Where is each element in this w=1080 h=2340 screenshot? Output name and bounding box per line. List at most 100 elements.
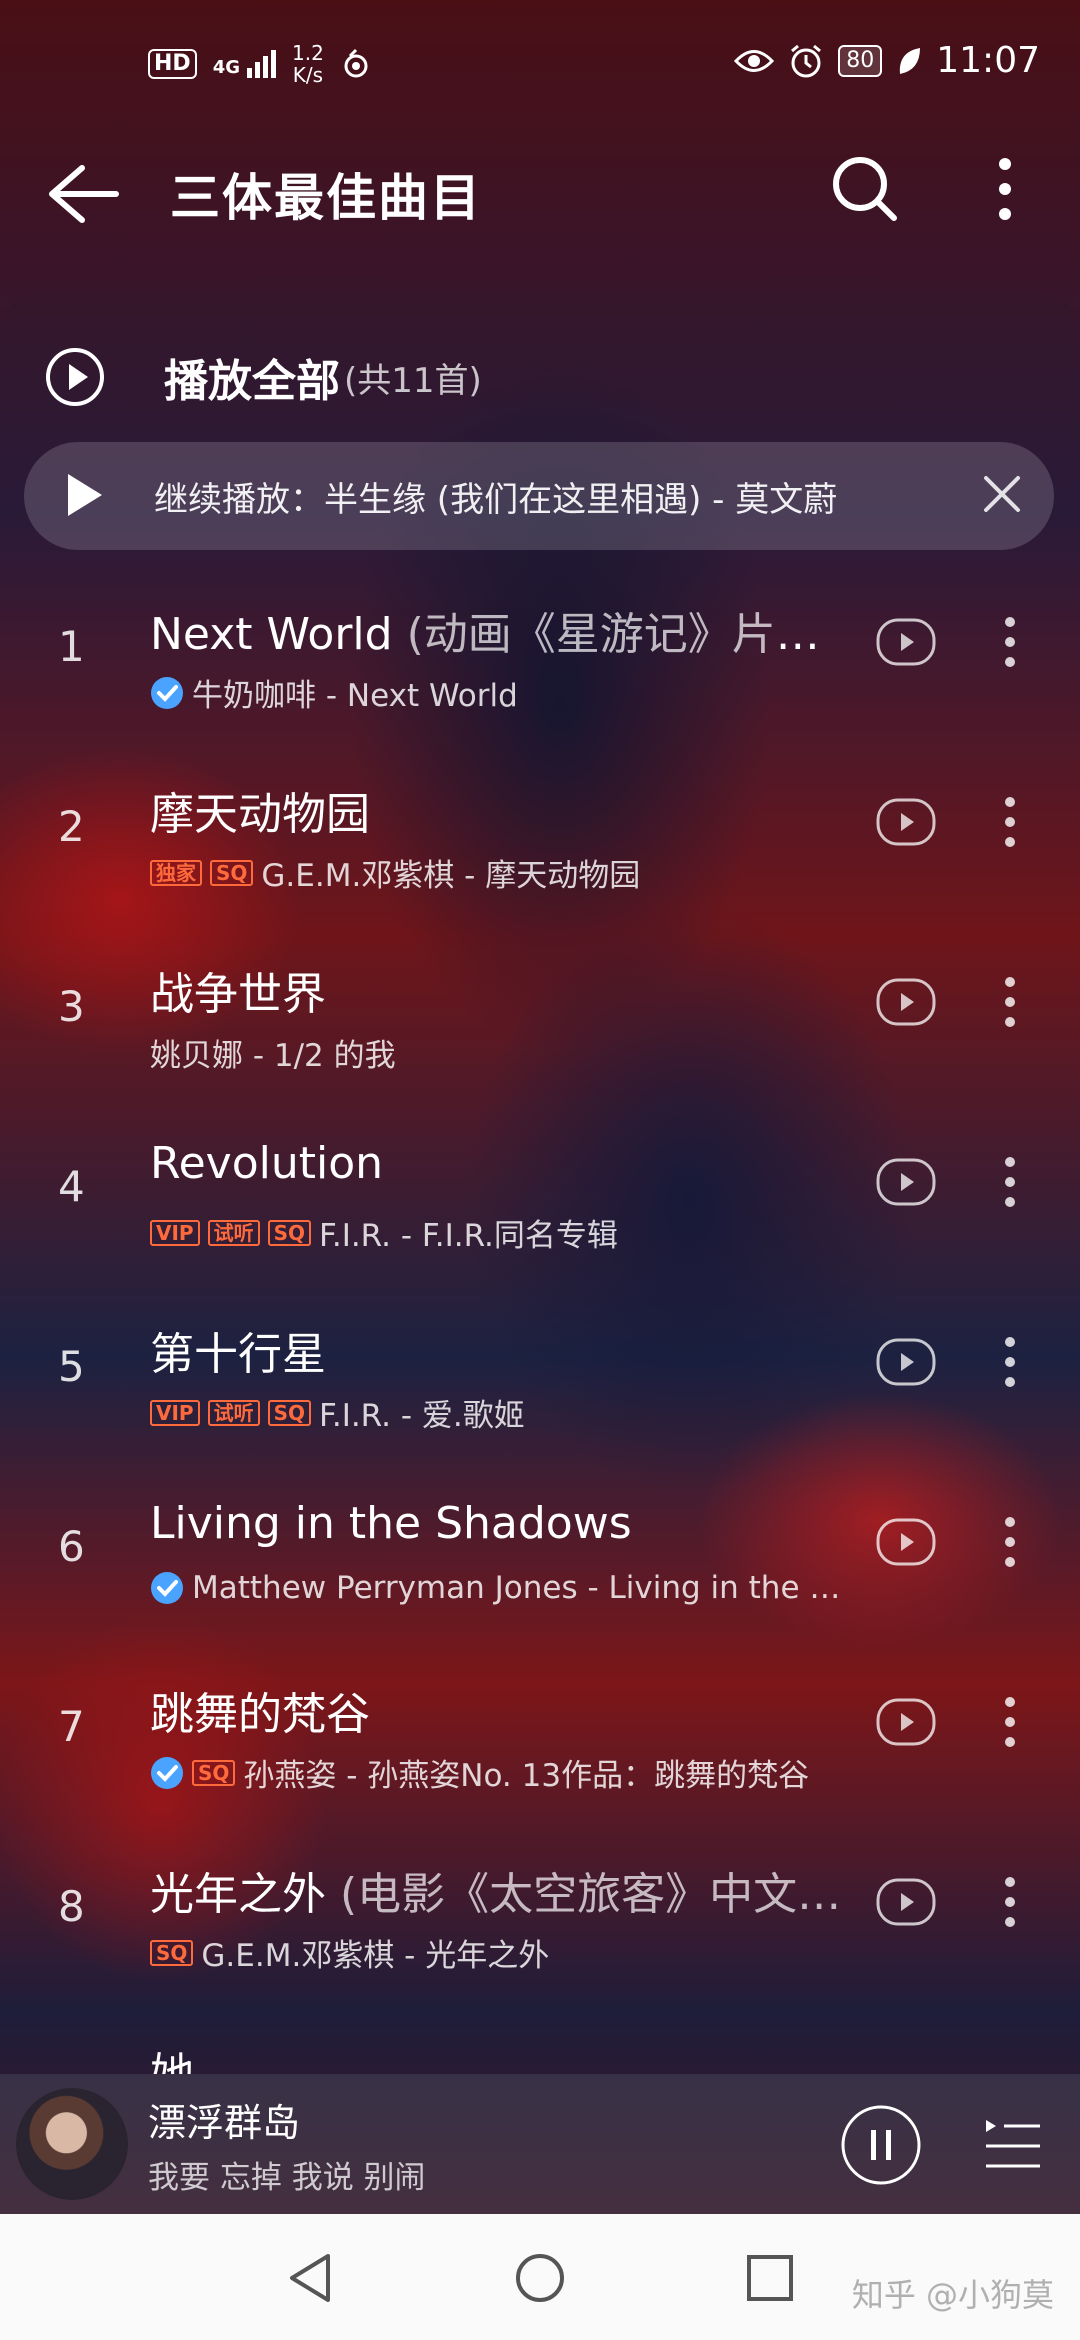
hd-badge: HD <box>148 49 197 79</box>
nav-home-icon[interactable] <box>514 2252 566 2304</box>
resume-playback-bar[interactable]: 继续播放：半生缘 (我们在这里相遇) - 莫文蔚 <box>24 442 1054 550</box>
song-row[interactable]: 5 第十行星 VIP 试听 SQ F.I.R. - 爱.歌姬 <box>0 1298 1080 1478</box>
song-more-icon[interactable] <box>1000 1154 1020 1210</box>
mv-play-icon[interactable] <box>876 1698 936 1746</box>
system-nav-bar: 知乎 @小狗莫 <box>0 2214 1080 2340</box>
song-index: 1 <box>58 622 85 671</box>
album-cover[interactable] <box>16 2088 128 2200</box>
song-more-icon[interactable] <box>1000 1334 1020 1390</box>
song-title: Next World (动画《星游记》片尾… <box>150 598 850 662</box>
song-more-icon[interactable] <box>1000 614 1020 670</box>
song-title: 摩天动物园 <box>150 778 850 842</box>
play-icon <box>68 474 102 516</box>
song-artist-album: 姚贝娜 - 1/2 的我 <box>150 1038 396 1074</box>
resume-label: 继续播放：半生缘 (我们在这里相遇) - 莫文蔚 <box>154 480 838 520</box>
mv-play-icon[interactable] <box>876 1518 936 1566</box>
song-meta: 姚贝娜 - 1/2 的我 <box>150 1030 850 1075</box>
song-title: 第十行星 <box>150 1318 850 1382</box>
song-title: Living in the Shadows <box>150 1498 850 1549</box>
song-row[interactable]: 2 摩天动物园 独家 SQ G.E.M.邓紫棋 - 摩天动物园 <box>0 758 1080 938</box>
song-row[interactable]: 8 光年之外 (电影《太空旅客》中文… SQ G.E.M.邓紫棋 - 光年之外 <box>0 1838 1080 2018</box>
playlist-icon[interactable] <box>982 2114 1042 2174</box>
nav-recents-icon[interactable] <box>744 2252 796 2304</box>
song-row[interactable]: 4 Revolution VIP 试听 SQ F.I.R. - F.I.R.同名… <box>0 1118 1080 1298</box>
song-row[interactable]: 1 Next World (动画《星游记》片尾… 牛奶咖啡 - Next Wor… <box>0 578 1080 758</box>
song-more-icon[interactable] <box>1000 1694 1020 1750</box>
leaf-icon <box>900 47 921 74</box>
mini-player[interactable]: 漂浮群岛 我要 忘掉 我说 别闹 <box>0 2074 1080 2214</box>
song-more-icon[interactable] <box>1000 1874 1020 1930</box>
nav-back-icon[interactable] <box>284 2252 336 2304</box>
eye-icon <box>734 49 775 72</box>
search-icon[interactable] <box>830 154 900 224</box>
song-index: 5 <box>58 1342 85 1391</box>
net-speed-unit: K/s <box>292 63 324 87</box>
song-title: 跳舞的梵谷 <box>150 1678 850 1742</box>
song-row[interactable]: 3 战争世界 姚贝娜 - 1/2 的我 <box>0 938 1080 1118</box>
song-title-suffix: (电影《太空旅客》中文… <box>326 1869 842 1920</box>
song-artist-album: G.E.M.邓紫棋 - 摩天动物园 <box>261 858 641 894</box>
song-more-icon[interactable] <box>1000 794 1020 850</box>
sq-tag: SQ <box>210 859 254 886</box>
battery-indicator: 80 <box>838 44 883 77</box>
song-title-text: 光年之外 <box>150 1869 326 1920</box>
preview-tag: 试听 <box>207 1399 260 1426</box>
play-all-button[interactable]: 播放全部 (共11首) <box>44 332 482 422</box>
song-meta: VIP 试听 SQ F.I.R. - F.I.R.同名专辑 <box>150 1210 850 1255</box>
mv-play-icon[interactable] <box>876 798 936 846</box>
song-more-icon[interactable] <box>1000 974 1020 1030</box>
verified-icon <box>151 676 183 709</box>
exclusive-tag: 独家 <box>150 859 202 886</box>
mv-play-icon[interactable] <box>876 978 936 1026</box>
now-playing-lyric: 我要 忘掉 我说 别闹 <box>148 2160 426 2196</box>
song-title-text: 她 <box>150 2049 194 2074</box>
song-meta: VIP 试听 SQ F.I.R. - 爱.歌姬 <box>150 1390 850 1435</box>
song-artist-album: F.I.R. - 爱.歌姬 <box>318 1398 525 1434</box>
song-list-panel: 播放全部 (共11首) 继续播放：半生缘 (我们在这里相遇) - 莫文蔚 1 N… <box>0 292 1080 2074</box>
close-icon[interactable] <box>980 472 1024 516</box>
mv-play-icon[interactable] <box>876 1878 936 1926</box>
song-meta: 牛奶咖啡 - Next World <box>150 670 850 715</box>
play-circle-icon <box>46 348 104 406</box>
play-all-label: 播放全部 <box>164 356 340 407</box>
watermark: 知乎 @小狗莫 <box>851 2276 1054 2314</box>
song-index: 3 <box>58 982 85 1031</box>
mv-play-icon[interactable] <box>876 1338 936 1386</box>
song-title: 她 <box>150 2038 850 2074</box>
more-options-icon[interactable] <box>990 154 1020 224</box>
song-title-text: Living in the Shadows <box>150 1498 632 1549</box>
vip-tag: VIP <box>150 1399 200 1426</box>
net-speed: 1.2 K/s <box>292 42 324 86</box>
song-row[interactable]: 6 Living in the Shadows Matthew Perryman… <box>0 1478 1080 1658</box>
song-meta: SQ 孙燕姿 - 孙燕姿No. 13作品：跳舞的梵谷 <box>150 1750 850 1795</box>
song-index: 8 <box>58 1882 85 1931</box>
hotspot-icon <box>344 48 368 78</box>
song-artist-album: Matthew Perryman Jones - Living in the S… <box>192 1570 850 1606</box>
song-index: 4 <box>58 1162 85 1211</box>
song-artist-album: G.E.M.邓紫棋 - 光年之外 <box>201 1938 550 1974</box>
page-title: 三体最佳曲目 <box>170 169 482 227</box>
song-title-text: 跳舞的梵谷 <box>150 1689 370 1740</box>
sq-tag: SQ <box>267 1399 311 1426</box>
song-row[interactable]: 7 跳舞的梵谷 SQ 孙燕姿 - 孙燕姿No. 13作品：跳舞的梵谷 <box>0 1658 1080 1838</box>
song-more-icon[interactable] <box>1000 1514 1020 1570</box>
song-title-text: Next World <box>150 609 393 660</box>
now-playing-title: 漂浮群岛 <box>148 2101 301 2145</box>
song-meta: Matthew Perryman Jones - Living in the S… <box>150 1570 850 1606</box>
alarm-icon <box>791 44 822 77</box>
song-row[interactable]: 她 <box>0 2018 1080 2074</box>
song-meta: 独家 SQ G.E.M.邓紫棋 - 摩天动物园 <box>150 850 850 895</box>
status-bar: HD 4G 1.2 K/s 80 11:07 <box>0 0 1080 130</box>
sq-tag: SQ <box>267 1219 311 1246</box>
mv-play-icon[interactable] <box>876 618 936 666</box>
mv-play-icon[interactable] <box>876 1158 936 1206</box>
song-meta: SQ G.E.M.邓紫棋 - 光年之外 <box>150 1930 850 1975</box>
song-title-text: 第十行星 <box>150 1329 326 1380</box>
net-speed-value: 1.2 <box>292 41 324 65</box>
song-title: 战争世界 <box>150 958 850 1022</box>
song-index: 6 <box>58 1522 85 1571</box>
preview-tag: 试听 <box>207 1219 260 1246</box>
song-index: 7 <box>58 1702 85 1751</box>
back-arrow-icon[interactable] <box>46 162 120 226</box>
pause-icon[interactable] <box>840 2104 922 2186</box>
